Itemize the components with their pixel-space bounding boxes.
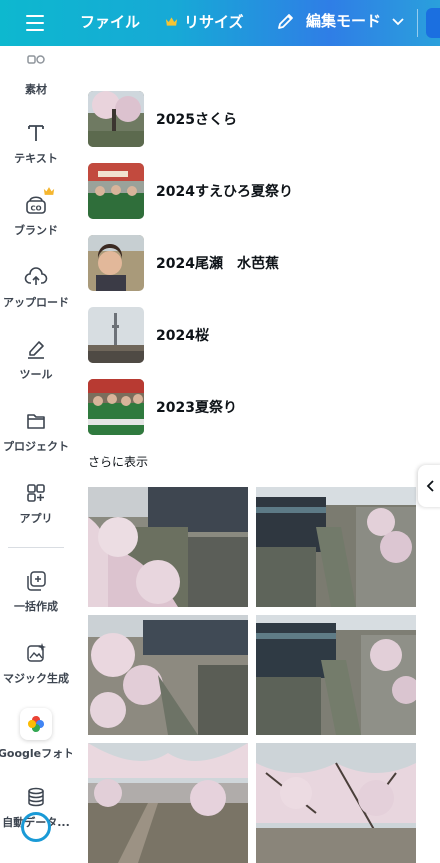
album-thumbnail — [88, 235, 144, 291]
resize-button[interactable]: リサイズ — [165, 11, 244, 32]
edit-mode-dropdown[interactable]: 編集モード — [276, 10, 405, 31]
elements-icon — [24, 52, 48, 76]
album-thumbnail — [88, 307, 144, 363]
resize-label: リサイズ — [184, 13, 244, 31]
photo-thumbnail[interactable] — [88, 487, 248, 607]
album-thumbnail — [88, 163, 144, 219]
sidebar-item-upload[interactable]: アップロード — [0, 265, 72, 310]
database-icon — [24, 785, 48, 809]
photo-thumbnail[interactable] — [88, 615, 248, 735]
top-toolbar: ファイル リサイズ 編集モード — [0, 0, 440, 46]
sidebar-item-label: 素材 — [25, 83, 47, 96]
apps-icon — [24, 481, 48, 505]
show-more-link[interactable]: さらに表示 — [88, 453, 148, 470]
file-menu-button[interactable]: ファイル — [80, 11, 140, 32]
sidebar-divider — [8, 547, 64, 548]
sidebar-item-text[interactable]: テキスト — [0, 121, 72, 166]
sidebar-item-projects[interactable]: プロジェクト — [0, 409, 72, 454]
sidebar-item-label: ツール — [19, 368, 53, 381]
edit-mode-label: 編集モード — [306, 12, 382, 30]
sidebar-item-label: アップロード — [3, 296, 69, 309]
album-name: 2024桜 — [156, 328, 209, 344]
album-item[interactable]: 2024尾瀬 水芭蕉 — [88, 235, 388, 291]
photo-thumbnail[interactable] — [256, 487, 416, 607]
sidebar-item-label: ブランド — [14, 224, 58, 237]
sidebar-item-label: マジック生成 — [3, 672, 69, 685]
crown-icon — [43, 187, 55, 195]
google-photos-icon — [20, 708, 52, 740]
sidebar-item-label: テキスト — [14, 152, 58, 165]
album-item[interactable]: 2025さくら — [88, 91, 388, 147]
album-name: 2023夏祭り — [156, 400, 237, 416]
album-name: 2024すえひろ夏祭り — [156, 184, 293, 200]
chevron-down-icon — [392, 17, 404, 25]
photo-thumbnail[interactable] — [256, 615, 416, 735]
draw-tool-icon — [24, 337, 48, 361]
folder-icon — [24, 409, 48, 433]
album-thumbnail — [88, 379, 144, 435]
pencil-icon — [278, 13, 293, 29]
sidebar-item-google-photos[interactable]: Googleフォト — [0, 708, 75, 761]
sidebar-item-label: 一括作成 — [14, 600, 58, 613]
svg-text:CO: CO — [30, 205, 41, 213]
photo-thumbnail[interactable] — [88, 743, 248, 863]
more-apps-icon[interactable] — [21, 812, 51, 842]
toolbar-overflow-button[interactable] — [426, 8, 440, 38]
album-thumbnail — [88, 91, 144, 147]
sidebar-item-bulk-create[interactable]: 一括作成 — [0, 569, 72, 614]
sidebar-item-brand[interactable]: CO ブランド — [0, 187, 72, 238]
collapse-panel-button[interactable] — [418, 465, 440, 507]
upload-cloud-icon — [24, 265, 48, 289]
menu-icon[interactable] — [24, 13, 46, 33]
sidebar-item-label: アプリ — [19, 512, 53, 525]
sidebar: 素材 テキスト CO ブランド アップロード ツール プロジェクト アプリ 一括… — [0, 46, 75, 863]
sidebar-item-magic-generate[interactable]: マジック生成 — [0, 641, 72, 686]
sidebar-item-apps[interactable]: アプリ — [0, 481, 72, 526]
crown-icon — [165, 17, 178, 26]
album-name: 2025さくら — [156, 112, 237, 128]
sidebar-item-tools[interactable]: ツール — [0, 337, 72, 382]
magic-generate-icon — [24, 641, 48, 665]
bulk-create-icon — [24, 569, 48, 593]
album-item[interactable]: 2024桜 — [88, 307, 388, 363]
toolbar-divider — [417, 9, 418, 37]
sidebar-item-label: Googleフォト — [0, 747, 75, 760]
album-item[interactable]: 2024すえひろ夏祭り — [88, 163, 388, 219]
chevron-left-icon — [426, 480, 434, 492]
sidebar-item-elements[interactable]: 素材 — [0, 52, 72, 97]
photo-thumbnail[interactable] — [256, 743, 416, 863]
album-name: 2024尾瀬 水芭蕉 — [156, 256, 279, 272]
sidebar-item-label: プロジェクト — [3, 440, 69, 453]
google-photos-panel: 2025さくら 2024すえひろ夏祭り 2024尾瀬 水芭蕉 2024桜 202… — [72, 46, 432, 863]
brand-icon: CO — [24, 187, 55, 217]
album-item[interactable]: 2023夏祭り — [88, 379, 388, 435]
text-icon — [24, 121, 48, 145]
